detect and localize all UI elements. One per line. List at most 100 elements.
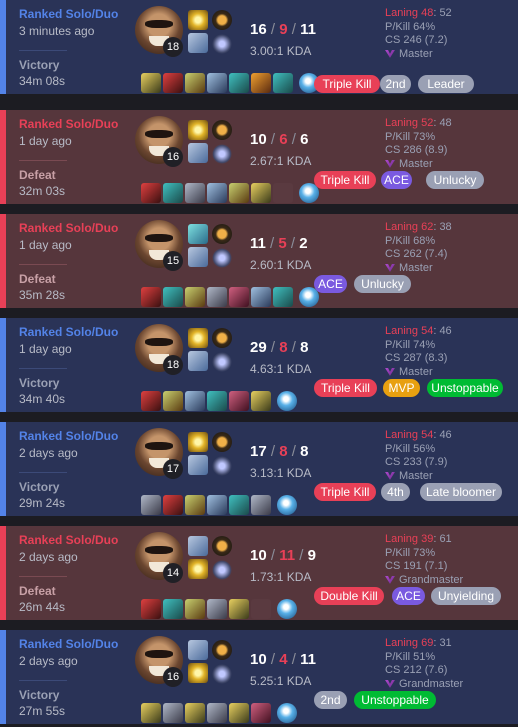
- assists: 8: [300, 443, 309, 460]
- item-icon[interactable]: [141, 287, 161, 307]
- item-icon[interactable]: [163, 495, 183, 515]
- item-icon[interactable]: [251, 73, 271, 93]
- item-icon[interactable]: [163, 599, 183, 619]
- match-card[interactable]: Ranked Solo/Duo 2 days ago Victory 27m 55s 1…: [0, 630, 518, 724]
- kda-separator: /: [287, 21, 301, 38]
- kda-ratio: 3.13:1 KDA: [250, 466, 312, 480]
- item-icon[interactable]: [141, 183, 161, 203]
- teleport-spell-icon: [188, 224, 208, 244]
- item-icon[interactable]: [163, 703, 183, 723]
- average-tier: Master: [385, 262, 505, 276]
- item-icon[interactable]: [251, 287, 271, 307]
- item-icon[interactable]: [229, 183, 249, 203]
- tier-icon: [385, 679, 395, 688]
- achievement-badge: ACE: [381, 171, 412, 189]
- match-duration: 34m 40s: [19, 392, 66, 406]
- item-icon[interactable]: [229, 391, 249, 411]
- item-icon[interactable]: [251, 391, 271, 411]
- ghost-spell-icon: [188, 247, 208, 267]
- kda-separator: /: [287, 131, 301, 148]
- assists: 8: [300, 339, 309, 356]
- item-icon[interactable]: [163, 73, 183, 93]
- item-icon[interactable]: [273, 287, 293, 307]
- average-tier: Master: [385, 48, 505, 62]
- kill-participation: P/Kill 74%: [385, 338, 436, 351]
- ghost-spell-icon: [188, 536, 208, 556]
- keystone-rune-icon: [212, 120, 232, 140]
- match-card[interactable]: Ranked Solo/Duo 3 minutes ago Victory 34m 0…: [0, 0, 518, 94]
- item-icon[interactable]: [141, 703, 161, 723]
- item-icon[interactable]: [163, 287, 183, 307]
- tier-name: Grandmaster: [399, 677, 464, 690]
- deaths: 8: [279, 443, 288, 460]
- secondary-rune-icon: [212, 560, 232, 580]
- item-icon[interactable]: [185, 703, 205, 723]
- item-icon[interactable]: [185, 599, 205, 619]
- item-icon[interactable]: [251, 495, 271, 515]
- item-icon[interactable]: [207, 495, 227, 515]
- laning-score: Laning 52: 48: [385, 117, 505, 131]
- item-icon[interactable]: [207, 391, 227, 411]
- achievement-badge: 4th: [381, 483, 410, 501]
- item-icon[interactable]: [207, 703, 227, 723]
- ward-trinket-icon[interactable]: [277, 599, 297, 619]
- item-icon[interactable]: [229, 73, 249, 93]
- item-icon[interactable]: [207, 287, 227, 307]
- match-card[interactable]: Ranked Solo/Duo 2 days ago Victory 29m 24s 1…: [0, 422, 518, 516]
- time-ago: 2 days ago: [19, 446, 78, 460]
- champion-level: 17: [163, 459, 183, 479]
- tier-icon: [385, 263, 395, 272]
- laning-value: Laning 62: [385, 221, 434, 233]
- keystone-rune-icon: [212, 328, 232, 348]
- match-card[interactable]: Ranked Solo/Duo 1 day ago Victory 34m 40s 18…: [0, 318, 518, 412]
- kill-participation: P/Kill 73%: [385, 546, 436, 559]
- item-icon[interactable]: [163, 391, 183, 411]
- achievement-badge: Triple Kill: [314, 75, 380, 93]
- item-icon[interactable]: [273, 73, 293, 93]
- item-icon[interactable]: [207, 73, 227, 93]
- ward-trinket-icon[interactable]: [277, 495, 297, 515]
- match-card[interactable]: Ranked Solo/Duo 2 days ago Defeat 26m 44s 14…: [0, 526, 518, 620]
- item-icon[interactable]: [207, 599, 227, 619]
- tier-icon: [385, 159, 395, 168]
- item-icon[interactable]: [185, 391, 205, 411]
- ward-trinket-icon[interactable]: [277, 703, 297, 723]
- divider: [19, 472, 67, 473]
- ghost-spell-icon: [188, 33, 208, 53]
- ward-trinket-icon[interactable]: [277, 391, 297, 411]
- item-icon[interactable]: [141, 391, 161, 411]
- match-card[interactable]: Ranked Solo/Duo 1 day ago Defeat 35m 28s 15 1…: [0, 214, 518, 308]
- match-result: Victory: [19, 376, 60, 390]
- tier-icon: [385, 575, 395, 584]
- kill-participation: P/Kill 68%: [385, 234, 436, 247]
- assists: 11: [300, 651, 316, 668]
- item-icon[interactable]: [185, 183, 205, 203]
- match-card[interactable]: Ranked Solo/Duo 1 day ago Defeat 32m 03s 16 1…: [0, 110, 518, 204]
- kda-score: 10 / 6 / 6: [250, 131, 308, 148]
- item-icon[interactable]: [229, 703, 249, 723]
- item-icon[interactable]: [141, 599, 161, 619]
- achievement-badge: ACE: [314, 275, 347, 293]
- item-icon[interactable]: [185, 287, 205, 307]
- match-duration: 32m 03s: [19, 184, 66, 198]
- item-icon[interactable]: [251, 183, 271, 203]
- item-icon[interactable]: [185, 73, 205, 93]
- match-stats: Laning 54: 46 P/Kill 74% CS 287 (8.3) Maste…: [385, 325, 505, 379]
- item-icon[interactable]: [229, 599, 249, 619]
- item-icon[interactable]: [141, 495, 161, 515]
- item-icon[interactable]: [185, 495, 205, 515]
- item-icon[interactable]: [207, 183, 227, 203]
- kda-score: 17 / 8 / 8: [250, 443, 308, 460]
- item-icon[interactable]: [163, 183, 183, 203]
- kda-ratio: 4.63:1 KDA: [250, 362, 312, 376]
- achievement-badge: MVP: [383, 379, 420, 397]
- time-ago: 1 day ago: [19, 134, 72, 148]
- item-icon[interactable]: [229, 287, 249, 307]
- kda-ratio: 1.73:1 KDA: [250, 570, 312, 584]
- item-icon[interactable]: [141, 73, 161, 93]
- item-icon[interactable]: [229, 495, 249, 515]
- secondary-rune-icon: [212, 664, 232, 684]
- keystone-rune-icon: [212, 10, 232, 30]
- item-icon[interactable]: [251, 703, 271, 723]
- match-stats: Laning 69: 31 P/Kill 51% CS 212 (7.6) Grand…: [385, 637, 505, 691]
